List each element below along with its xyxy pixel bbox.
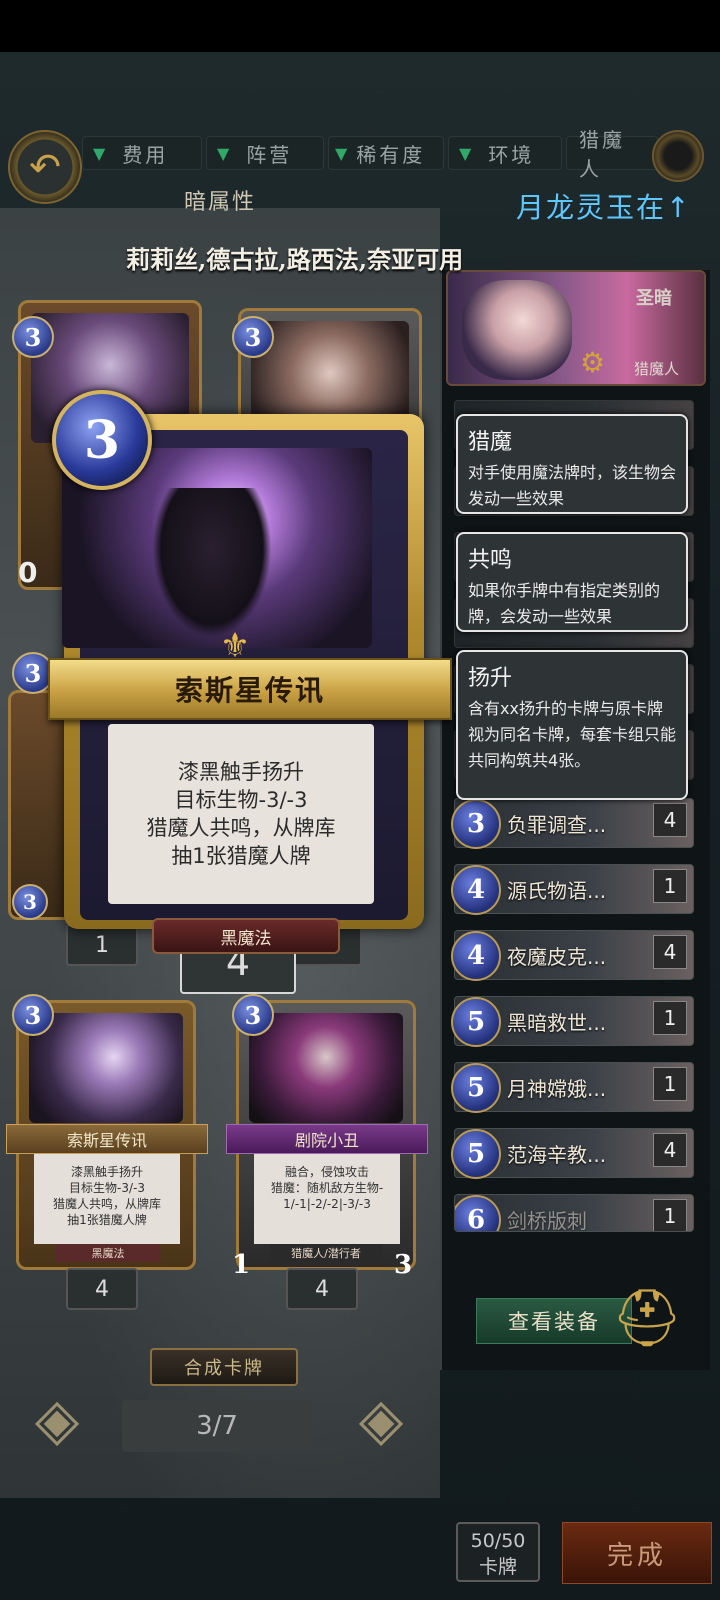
card-cost: 3 — [232, 316, 274, 358]
deck-card-qty: 4 — [653, 1133, 687, 1167]
back-arrow-icon: ↶ — [29, 145, 61, 189]
deck-card-cost: 6 — [455, 1195, 501, 1231]
keyword-tooltip-ascend: 扬升 含有xx扬升的卡牌与原卡牌视为同名卡牌，每套卡组只能共同构筑共4张。 — [456, 650, 688, 800]
tooltip-body: 对手使用魔法牌时，该生物会发动一些效果 — [468, 463, 677, 508]
card-attack: 1 — [232, 1250, 251, 1280]
deck-card-qty: 4 — [653, 803, 687, 837]
deck-card-qty: 1 — [653, 1067, 687, 1101]
card-name-banner: 剧院小丑 — [226, 1124, 428, 1154]
usable-heroes-text: 莉莉丝,德古拉,路西法,奈亚可用 — [126, 245, 464, 274]
gear-icon[interactable]: ⚙ — [580, 346, 605, 379]
filter-environment-label: 环境 — [488, 142, 535, 167]
hero-faction: 圣暗 — [636, 288, 672, 309]
deck-row[interactable]: 6 剑桥版刺 1 — [454, 1194, 694, 1232]
filter-rarity-label: 稀有度 — [356, 142, 426, 167]
hero-portrait — [462, 280, 572, 380]
page-indicator: 3/7 — [122, 1400, 312, 1452]
deck-card-qty: 4 — [653, 935, 687, 969]
done-button[interactable]: 完成 — [562, 1522, 712, 1584]
deck-card-name: 源氏物语... — [507, 879, 607, 903]
scrolling-announcement: 月龙灵玉在↑ — [516, 191, 692, 224]
deck-card-name: 黑暗救世... — [507, 1011, 607, 1035]
filter-camp-label: 阵营 — [246, 142, 293, 167]
deck-card-qty: 1 — [653, 1001, 687, 1035]
card-cost: 3 — [52, 390, 152, 490]
deck-card-name: 范海辛教... — [507, 1143, 607, 1167]
deck-card-name: 月神嫦娥... — [507, 1077, 607, 1101]
hero-class-label: 猎魔人 — [634, 360, 680, 378]
deck-row[interactable]: 3 负罪调查... 4 — [451, 798, 694, 849]
filter-race-label: 猎魔人 — [579, 128, 625, 181]
deck-card-cost: 5 — [451, 997, 501, 1047]
deck-card-cost: 4 — [451, 865, 501, 915]
search-icon[interactable] — [652, 130, 704, 182]
deck-count-label: 卡牌 — [478, 1556, 517, 1578]
card-cost: 3 — [232, 994, 274, 1036]
deck-count-value: 50/50 — [470, 1530, 526, 1552]
filter-rarity[interactable]: ▼ 稀有度 — [328, 136, 444, 170]
dropdown-triangle-icon: ▼ — [217, 143, 233, 163]
card-count: 4 — [286, 1268, 358, 1310]
dropdown-triangle-icon: ▼ — [335, 143, 351, 163]
deck-card-cost: 5 — [451, 1129, 501, 1179]
filter-camp[interactable]: ▼ 阵营 — [206, 136, 324, 170]
card-type: 黑魔法 — [152, 918, 340, 954]
card-art — [29, 1013, 183, 1123]
deck-row[interactable]: 5 月神嫦娥... 1 — [451, 1062, 694, 1113]
card-description: 融合，侵蚀攻击 猎魔：随机敌方生物- 1/-1|-2/-2|-3/-3 — [254, 1154, 400, 1244]
craft-card-button[interactable]: 合成卡牌 — [150, 1348, 298, 1386]
deck-card-cost: 4 — [451, 931, 501, 981]
keyword-tooltip-hunt: 猎魔 对手使用魔法牌时，该生物会发动一些效果 — [456, 414, 688, 514]
tooltip-title: 猎魔 — [468, 430, 513, 455]
card-type: 黑魔法 — [56, 1244, 160, 1262]
card-art — [249, 1013, 403, 1123]
attribute-header: 暗属性 — [183, 190, 256, 215]
deck-card-cost: 5 — [451, 1063, 501, 1113]
helmet-icon: ⛑ — [611, 1286, 683, 1351]
card-description: 漆黑触手扬升 目标生物-3/-3 猎魔人共鸣，从牌库 抽1张猎魔人牌 — [34, 1154, 180, 1244]
card-name-banner: 索斯星传讯 — [48, 658, 452, 720]
deck-row[interactable]: 4 夜魔皮克... 4 — [451, 930, 694, 981]
card-description: 漆黑触手扬升 目标生物-3/-3 猎魔人共鸣，从牌库 抽1张猎魔人牌 — [146, 760, 336, 868]
deck-card-name: 剑桥版刺 — [507, 1209, 587, 1232]
card-cost: 3 — [12, 316, 54, 358]
card-name-banner: 索斯星传讯 — [6, 1124, 208, 1154]
deck-card-name: 夜魔皮克... — [507, 945, 607, 969]
prev-page-icon[interactable]: ◈ — [26, 1384, 88, 1454]
deck-row[interactable]: 4 源氏物语... 1 — [451, 864, 694, 915]
tooltip-body: 如果你手牌中有指定类别的牌，会发动一些效果 — [468, 581, 661, 626]
filter-environment[interactable]: ▼ 环境 — [448, 136, 562, 170]
next-page-icon[interactable]: ◈ — [350, 1384, 412, 1454]
deck-row[interactable]: 5 黑暗救世... 1 — [451, 996, 694, 1047]
card-cost: 3 — [12, 994, 54, 1036]
card-description-box: 漆黑触手扬升 目标生物-3/-3 猎魔人共鸣，从牌库 抽1张猎魔人牌 — [108, 724, 374, 904]
card-type: 猎魔人/潜行者 — [270, 1244, 382, 1262]
tooltip-body: 含有xx扬升的卡牌与原卡牌视为同名卡牌，每套卡组只能共同构筑共4张。 — [468, 699, 677, 770]
filter-cost-label: 费用 — [122, 142, 169, 167]
deck-row[interactable]: 5 范海辛教... 4 — [451, 1128, 694, 1179]
card-count: 4 — [66, 1268, 138, 1310]
dropdown-triangle-icon: ▼ — [93, 143, 109, 163]
keyword-tooltip-resonance: 共鸣 如果你手牌中有指定类别的牌，会发动一些效果 — [456, 532, 688, 632]
card-count: 0 — [18, 556, 38, 589]
deck-card-qty: 1 — [653, 869, 687, 903]
deck-card-qty: 1 — [653, 1199, 687, 1231]
filter-cost[interactable]: ▼ 费用 — [82, 136, 202, 170]
deck-count: 50/50 卡牌 — [456, 1522, 540, 1582]
deck-card-cost: 3 — [451, 799, 501, 849]
card-cost: 3 — [12, 884, 48, 920]
tooltip-title: 扬升 — [468, 666, 513, 691]
filter-race[interactable]: 猎魔人 — [566, 128, 658, 181]
tooltip-title: 共鸣 — [468, 548, 513, 573]
card-health: 3 — [394, 1250, 413, 1280]
deck-card-name: 负罪调查... — [507, 813, 607, 837]
dropdown-triangle-icon: ▼ — [459, 143, 475, 163]
